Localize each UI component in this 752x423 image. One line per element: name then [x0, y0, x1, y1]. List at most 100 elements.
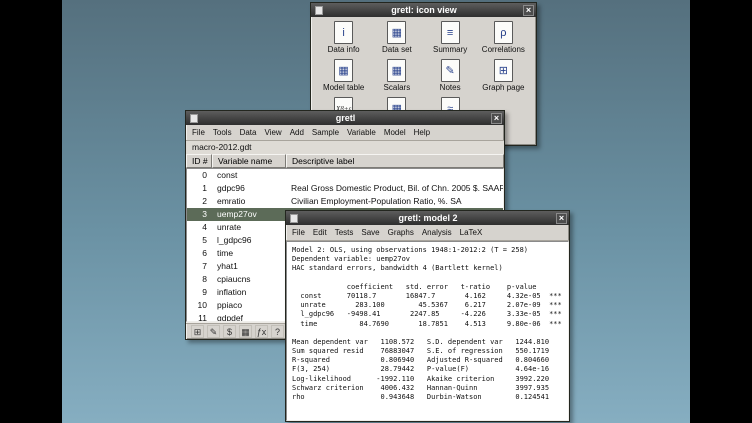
row-label: Real Gross Domestic Product, Bil. of Chn… [287, 182, 503, 195]
function-packages-icon[interactable]: ƒx [255, 325, 268, 338]
console-icon[interactable]: $ [223, 325, 236, 338]
menu-graphs[interactable]: Graphs [384, 226, 418, 239]
row-label: Civilian Employment-Population Ratio, %.… [287, 195, 503, 208]
main-title: gretl [200, 113, 491, 123]
row-name: gdpdef [213, 312, 287, 322]
close-icon[interactable]: × [491, 113, 502, 124]
reference-icon[interactable]: ? [271, 325, 284, 338]
model-output-line: Dependent variable: uemp27ov [292, 255, 563, 264]
model-output-line: Log-likelihood -1992.110 Akaike criterio… [292, 375, 563, 384]
menu-save[interactable]: Save [357, 226, 383, 239]
table-row[interactable]: 0 const [187, 169, 503, 182]
row-id: 9 [187, 286, 213, 299]
session-icon-model-table[interactable]: ▦ Model table [317, 59, 370, 95]
notes-icon: ✎ [441, 59, 460, 82]
row-name: yhat1 [213, 260, 287, 273]
graph-page-icon: ⊞ [494, 59, 513, 82]
model-output-line: rho 0.943648 Durbin-Watson 0.124541 [292, 393, 563, 402]
row-name: inflation [213, 286, 287, 299]
model-output-line: F(3, 254) 28.79442 P-value(F) 4.64e-16 [292, 365, 563, 374]
icon-label: Scalars [384, 83, 411, 92]
model-window: gretl: model 2 × File Edit Tests Save Gr… [285, 210, 570, 422]
window-icon [315, 6, 323, 15]
table-header: ID # Variable name Descriptive label [186, 154, 504, 168]
row-name: ppiaco [213, 299, 287, 312]
menu-file[interactable]: File [288, 226, 309, 239]
calculator-icon[interactable]: ⊞ [191, 325, 204, 338]
row-name: emratio [213, 195, 287, 208]
icon-label: Graph page [482, 83, 524, 92]
model-output-line [292, 329, 563, 338]
correlations-icon: ρ [494, 21, 513, 44]
model-output-line: Model 2: OLS, using observations 1948:1-… [292, 246, 563, 255]
model-output-line: const 70118.7 16847.7 4.162 4.32e-05 *** [292, 292, 563, 301]
screen: gretl: icon view × i Data info ▦ Data se… [0, 0, 752, 423]
new-script-icon[interactable]: ✎ [207, 325, 220, 338]
row-name: uemp27ov [213, 208, 287, 221]
menu-model[interactable]: Model [380, 126, 410, 139]
column-header-name[interactable]: Variable name [212, 154, 286, 168]
session-icon-summary[interactable]: ≡ Summary [424, 21, 477, 57]
model-titlebar[interactable]: gretl: model 2 × [286, 211, 569, 225]
row-id: 8 [187, 273, 213, 286]
row-id: 11 [187, 312, 213, 322]
menu-variable[interactable]: Variable [343, 126, 380, 139]
row-name: const [213, 169, 287, 182]
row-name: gdpc96 [213, 182, 287, 195]
model-output-line: Schwarz criterion 4006.432 Hannan-Quinn … [292, 384, 563, 393]
menu-latex[interactable]: LaTeX [456, 226, 487, 239]
table-row[interactable]: 2 emratio Civilian Employment-Population… [187, 195, 503, 208]
table-row[interactable]: 1 gdpc96 Real Gross Domestic Product, Bi… [187, 182, 503, 195]
close-icon[interactable]: × [556, 213, 567, 224]
scalars-icon: ▦ [387, 59, 406, 82]
model-menubar: File Edit Tests Save Graphs Analysis LaT… [286, 225, 569, 241]
data-info-icon: i [334, 21, 353, 44]
session-icon-graph-page[interactable]: ⊞ Graph page [477, 59, 530, 95]
menu-view[interactable]: View [260, 126, 285, 139]
icon-view-title: gretl: icon view [325, 5, 523, 15]
menu-tools[interactable]: Tools [209, 126, 236, 139]
row-id: 6 [187, 247, 213, 260]
model-output-line: coefficient std. error t-ratio p-value [292, 283, 563, 292]
session-icon-data-set[interactable]: ▦ Data set [370, 21, 423, 57]
menu-help[interactable]: Help [410, 126, 434, 139]
model-output-line: l_gdpc96 -9498.41 2247.85 -4.226 3.33e-0… [292, 310, 563, 319]
model-title: gretl: model 2 [300, 213, 556, 223]
icon-label: Correlations [482, 45, 525, 54]
main-titlebar[interactable]: gretl × [186, 111, 504, 125]
session-icon-data-info[interactable]: i Data info [317, 21, 370, 57]
model-output-line: unrate 283.100 45.5367 6.217 2.07e-09 **… [292, 301, 563, 310]
row-id: 5 [187, 234, 213, 247]
menu-file[interactable]: File [188, 126, 209, 139]
model-output: Model 2: OLS, using observations 1948:1-… [286, 241, 569, 421]
session-icon-correlations[interactable]: ρ Correlations [477, 21, 530, 57]
icon-view-titlebar[interactable]: gretl: icon view × [311, 3, 536, 17]
column-header-id[interactable]: ID # [186, 154, 212, 168]
menu-data[interactable]: Data [236, 126, 261, 139]
row-id: 2 [187, 195, 213, 208]
model-output-line: Mean dependent var 1108.572 S.D. depende… [292, 338, 563, 347]
session-icon-notes[interactable]: ✎ Notes [424, 59, 477, 95]
row-name: time [213, 247, 287, 260]
menu-analysis[interactable]: Analysis [418, 226, 456, 239]
main-menubar: File Tools Data View Add Sample Variable… [186, 125, 504, 141]
model-output-line: time 84.7690 18.7851 4.513 9.80e-06 *** [292, 320, 563, 329]
row-name: l_gdpc96 [213, 234, 287, 247]
menu-sample[interactable]: Sample [308, 126, 343, 139]
session-icon-view-icon[interactable]: ▦ [239, 325, 252, 338]
close-icon[interactable]: × [523, 5, 534, 16]
menu-edit[interactable]: Edit [309, 226, 331, 239]
menu-tests[interactable]: Tests [331, 226, 358, 239]
model-output-line: HAC standard errors, bandwidth 4 (Bartle… [292, 264, 563, 273]
row-id: 4 [187, 221, 213, 234]
session-icon-scalars[interactable]: ▦ Scalars [370, 59, 423, 95]
row-label [287, 169, 503, 182]
row-id: 10 [187, 299, 213, 312]
model-output-line: Sum squared resid 76883047 S.E. of regre… [292, 347, 563, 356]
icon-label: Summary [433, 45, 467, 54]
summary-icon: ≡ [441, 21, 460, 44]
column-header-label[interactable]: Descriptive label [286, 154, 504, 168]
row-id: 1 [187, 182, 213, 195]
menu-add[interactable]: Add [286, 126, 308, 139]
data-set-icon: ▦ [387, 21, 406, 44]
